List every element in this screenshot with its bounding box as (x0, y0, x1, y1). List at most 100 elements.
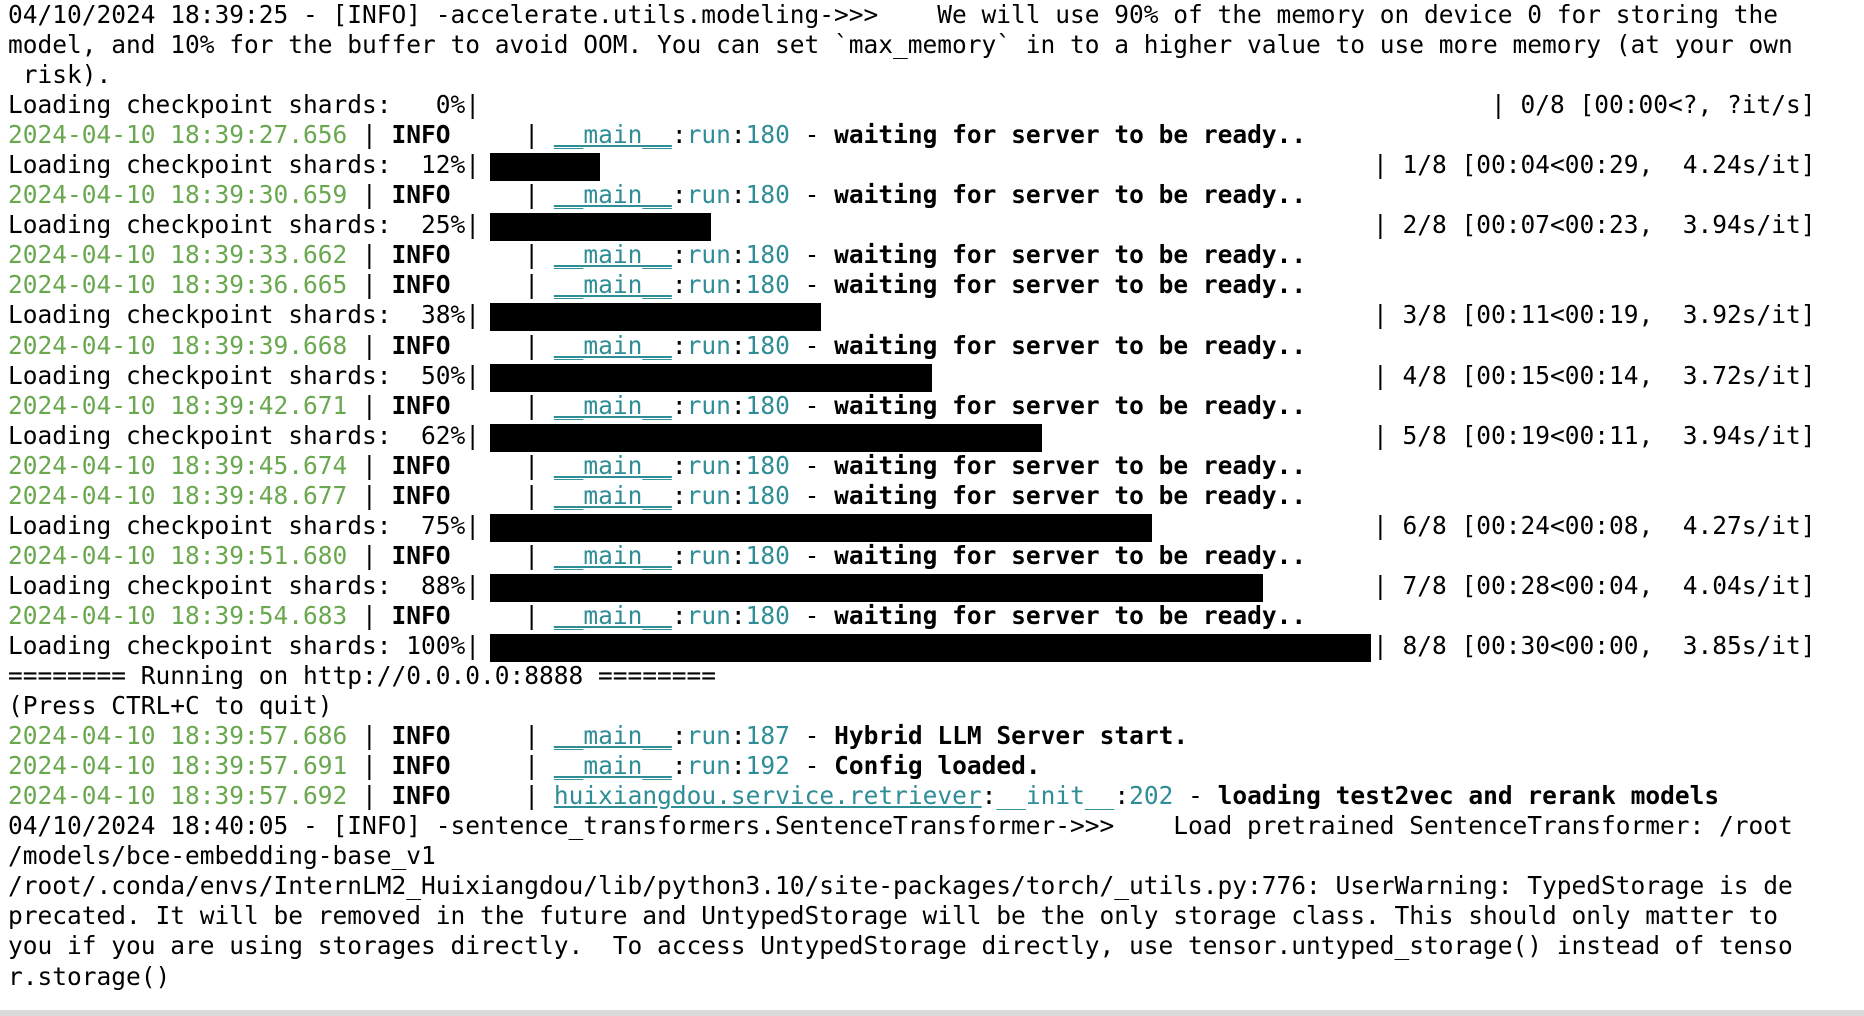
progress-fill (490, 633, 1371, 662)
log-level: INFO (391, 330, 451, 360)
log-level: INFO (391, 450, 451, 480)
log-level: INFO (391, 120, 451, 150)
log-function: run (686, 751, 731, 781)
log-line-number: 202 (1129, 781, 1174, 811)
log-module: __main__ (553, 450, 672, 480)
log-separator: | (347, 180, 392, 210)
log-colon: : (730, 330, 746, 360)
progress-bar: Loading checkpoint shards: 100%| | 8/8 [0… (8, 630, 1858, 662)
log-separator: | (347, 721, 392, 751)
log-dash: - (789, 120, 835, 150)
log-timestamp: 2024-04-10 18:39:51.680 (8, 540, 348, 570)
log-separator: | (347, 240, 392, 270)
log-line-number: 187 (745, 721, 790, 751)
log-level: INFO (391, 721, 451, 751)
log-line-number: 180 (745, 540, 790, 570)
log-separator: | (450, 721, 554, 751)
log-module: huixiangdou.service.retriever (553, 781, 982, 811)
progress-label: Loading checkpoint shards: 50%| (8, 360, 481, 390)
progress-fill (490, 573, 1263, 602)
log-function: run (686, 180, 731, 210)
log-colon: : (671, 270, 687, 300)
log-separator: | (347, 390, 392, 420)
log-line-number: 180 (745, 600, 790, 630)
log-timestamp: 2024-04-10 18:39:27.656 (8, 120, 348, 150)
log-function: run (686, 330, 731, 360)
progress-label: Loading checkpoint shards: 0%| (8, 90, 481, 120)
progress-bar: Loading checkpoint shards: 62%| | 5/8 [00… (8, 420, 1858, 452)
progress-stats: | 8/8 [00:30<00:00, 3.85s/it] (1373, 630, 1816, 660)
progress-bar: Loading checkpoint shards: 12%| | 1/8 [00… (8, 150, 1858, 182)
terminal-line: r.storage() (8, 961, 171, 991)
log-line: 2024-04-10 18:39:45.674 | INFO | __main_… (8, 451, 1858, 481)
log-dash: - (789, 600, 835, 630)
log-timestamp: 2024-04-10 18:39:57.686 (8, 721, 348, 751)
log-separator: | (450, 270, 554, 300)
log-level: INFO (391, 270, 451, 300)
terminal-line: you if you are using storages directly. … (8, 931, 1793, 961)
log-level: INFO (391, 390, 451, 420)
log-colon: : (730, 540, 746, 570)
progress-fill (490, 153, 600, 182)
progress-label: Loading checkpoint shards: 75%| (8, 510, 481, 540)
horizontal-scrollbar[interactable] (0, 1010, 1864, 1016)
log-line: 2024-04-10 18:39:57.692 | INFO | huixian… (8, 781, 1858, 811)
log-message: waiting for server to be ready.. (834, 180, 1307, 210)
log-function: run (686, 600, 731, 630)
log-level: INFO (391, 600, 451, 630)
log-colon: : (671, 180, 687, 210)
log-separator: | (450, 751, 554, 781)
terminal-line: model, and 10% for the buffer to avoid O… (8, 30, 1793, 60)
progress-line: Loading checkpoint shards: 100%| | 8/8 [0… (8, 630, 1858, 662)
log-level: INFO (391, 180, 451, 210)
terminal-output[interactable]: 04/10/2024 18:39:25 - [INFO] -accelerate… (8, 0, 1858, 992)
progress-label: Loading checkpoint shards: 88%| (8, 570, 481, 600)
log-separator: | (450, 240, 554, 270)
log-dash: - (789, 240, 835, 270)
log-separator: | (450, 330, 554, 360)
log-line-number: 192 (745, 751, 790, 781)
progress-line: Loading checkpoint shards: 62%| | 5/8 [00… (8, 420, 1858, 452)
log-dash: - (789, 480, 835, 510)
log-colon: : (671, 330, 687, 360)
log-function: __init__ (996, 781, 1115, 811)
log-colon: : (730, 240, 746, 270)
log-line: 2024-04-10 18:39:51.680 | INFO | __main_… (8, 541, 1858, 571)
log-colon: : (671, 721, 687, 751)
log-dash: - (789, 450, 835, 480)
log-level: INFO (391, 240, 451, 270)
log-colon: : (981, 781, 997, 811)
log-colon: : (730, 120, 746, 150)
log-timestamp: 2024-04-10 18:39:30.659 (8, 180, 348, 210)
log-separator: | (347, 120, 392, 150)
log-message: waiting for server to be ready.. (834, 390, 1307, 420)
log-level: INFO (391, 781, 451, 811)
progress-label: Loading checkpoint shards: 100%| (8, 630, 481, 660)
log-line-number: 180 (745, 120, 790, 150)
log-message: waiting for server to be ready.. (834, 270, 1307, 300)
log-timestamp: 2024-04-10 18:39:36.665 (8, 270, 348, 300)
terminal-line: risk). (8, 60, 112, 90)
log-function: run (686, 390, 731, 420)
progress-stats: | 5/8 [00:19<00:11, 3.94s/it] (1373, 420, 1816, 450)
log-module: __main__ (553, 270, 672, 300)
log-colon: : (730, 390, 746, 420)
log-module: __main__ (553, 751, 672, 781)
log-dash: - (789, 390, 835, 420)
log-colon: : (730, 721, 746, 751)
log-function: run (686, 120, 731, 150)
terminal-line: ======== Running on http://0.0.0.0:8888 … (8, 661, 717, 691)
log-timestamp: 2024-04-10 18:39:54.683 (8, 600, 348, 630)
log-separator: | (347, 480, 392, 510)
log-timestamp: 2024-04-10 18:39:39.668 (8, 330, 348, 360)
log-separator: | (347, 270, 392, 300)
terminal-line: /root/.conda/envs/InternLM2_Huixiangdou/… (8, 871, 1793, 901)
progress-line: Loading checkpoint shards: 38%| | 3/8 [00… (8, 300, 1858, 332)
log-line-number: 180 (745, 390, 790, 420)
progress-stats: | 4/8 [00:15<00:14, 3.72s/it] (1373, 360, 1816, 390)
log-module: __main__ (553, 540, 672, 570)
progress-stats: | 6/8 [00:24<00:08, 4.27s/it] (1373, 510, 1816, 540)
log-function: run (686, 270, 731, 300)
log-line-number: 180 (745, 240, 790, 270)
log-line-number: 180 (745, 270, 790, 300)
